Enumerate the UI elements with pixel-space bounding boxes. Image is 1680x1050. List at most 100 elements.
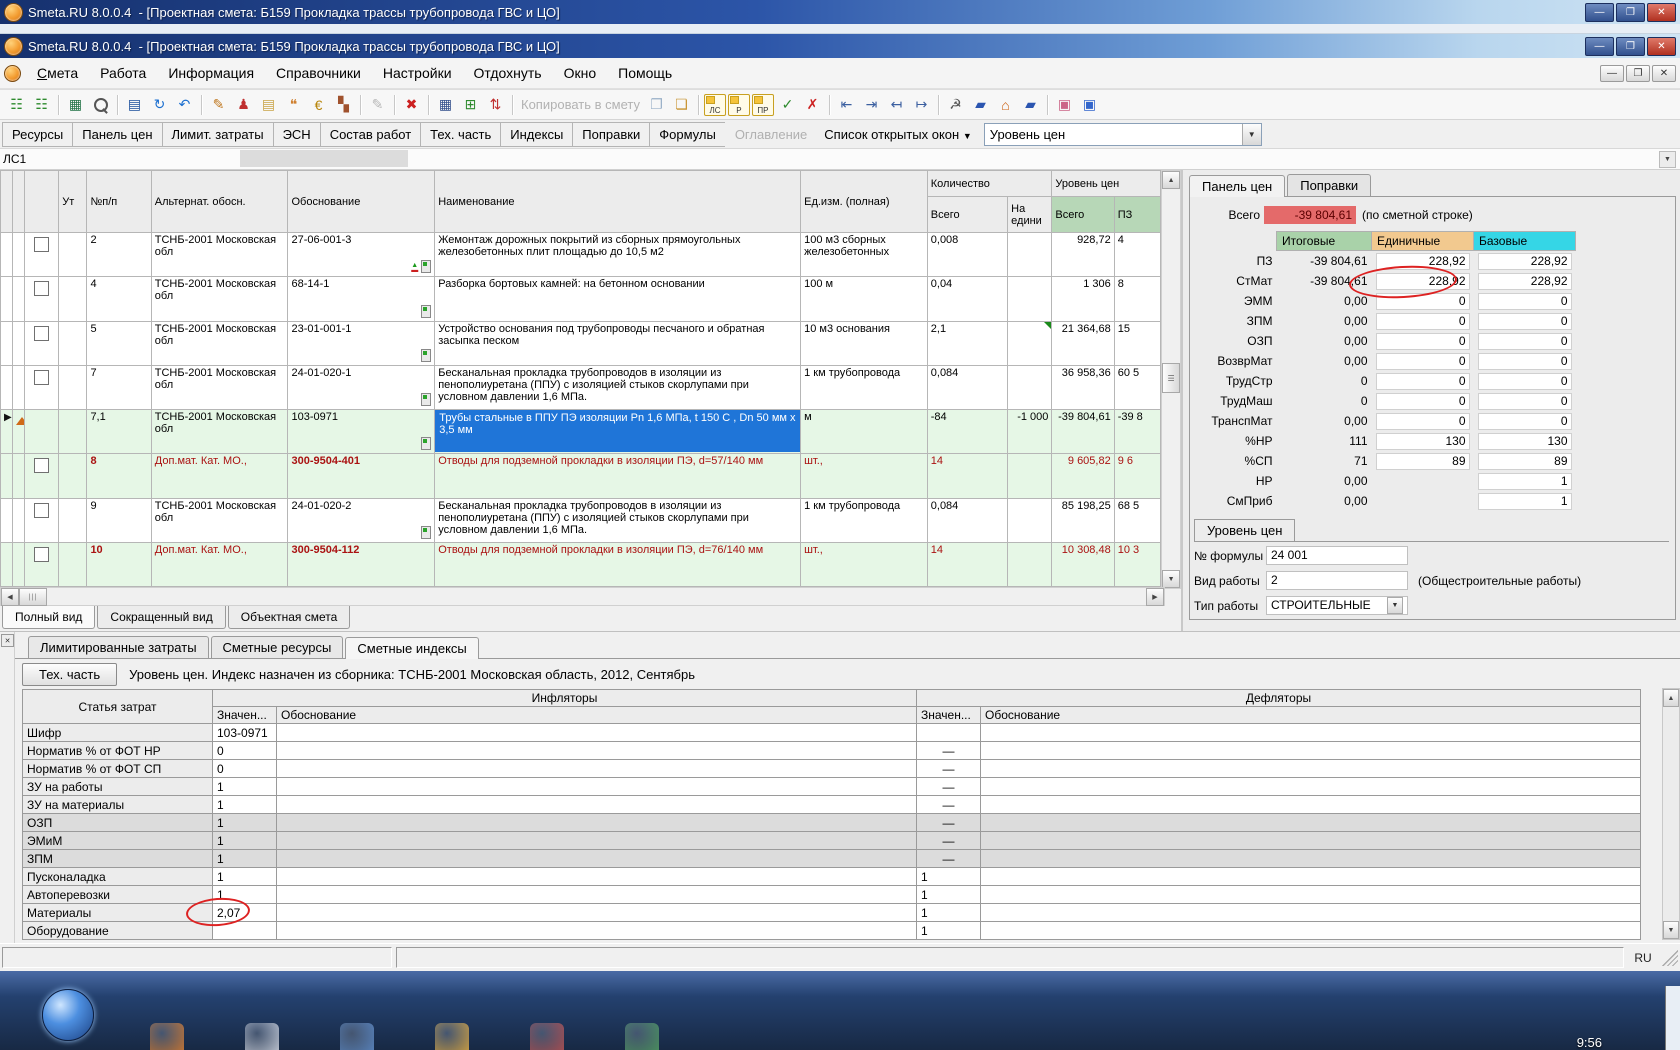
pz-cell[interactable]: 15 xyxy=(1114,321,1160,365)
inf-value-cell[interactable]: 1 xyxy=(213,832,277,850)
r-badge-icon[interactable]: Р xyxy=(728,94,750,116)
baz-value-input[interactable]: 0 xyxy=(1478,293,1572,310)
inf-justification-cell[interactable] xyxy=(277,832,917,850)
ed-value-cell[interactable]: 89 xyxy=(1372,451,1474,471)
view-tab-1[interactable]: Полный вид xyxy=(2,606,95,629)
baz-value-cell[interactable]: 0 xyxy=(1474,311,1576,331)
ed-value-cell[interactable] xyxy=(1372,471,1474,491)
row-number-cell[interactable]: 8 xyxy=(87,454,151,498)
unit-cell[interactable]: 100 м3 сборных железобетонных xyxy=(801,233,928,277)
bottom-tab-3[interactable]: Сметные индексы xyxy=(345,637,478,659)
taskbar-app-3[interactable] xyxy=(340,1023,374,1050)
row-number-cell[interactable]: 9 xyxy=(87,498,151,542)
def-value-cell[interactable]: — xyxy=(917,778,981,796)
move-right-icon[interactable]: ↦ xyxy=(910,93,933,116)
outdent-first-icon[interactable]: ⇤ xyxy=(835,93,858,116)
combo-dropdown-button[interactable]: ▼ xyxy=(1242,124,1261,145)
tree-delete-icon[interactable]: ✗ xyxy=(801,93,824,116)
scroll-down-icon[interactable]: ▼ xyxy=(1659,151,1676,168)
inf-value-cell[interactable]: 0 xyxy=(213,742,277,760)
close-icon[interactable]: ✕ xyxy=(1,634,14,647)
ed-value-cell[interactable]: 0 xyxy=(1372,371,1474,391)
taskbar-app-5[interactable] xyxy=(530,1023,564,1050)
per-unit-cell[interactable] xyxy=(1008,498,1052,542)
name-cell[interactable]: Устройство основания под трубопроводы пе… xyxy=(435,321,801,365)
name-cell[interactable]: Бесканальная прокладка трубопроводов в и… xyxy=(435,498,801,542)
def-value-cell[interactable]: — xyxy=(917,742,981,760)
ed-value-cell[interactable]: 0 xyxy=(1372,311,1474,331)
menu-item-3[interactable]: Информация xyxy=(157,61,265,85)
def-justification-cell[interactable] xyxy=(981,724,1641,742)
baz-value-input[interactable]: 228,92 xyxy=(1478,253,1572,270)
name-cell[interactable]: Бесканальная прокладка трубопроводов в и… xyxy=(435,365,801,409)
attachment-icon[interactable] xyxy=(421,305,431,318)
baz-value-cell[interactable]: 0 xyxy=(1474,411,1576,431)
def-justification-cell[interactable] xyxy=(981,742,1641,760)
price-total-cell[interactable]: 21 364,68 xyxy=(1052,321,1114,365)
view-tab-3[interactable]: Объектная смета xyxy=(228,606,351,629)
baz-value-cell[interactable]: 89 xyxy=(1474,451,1576,471)
ed-value-cell[interactable]: 0 xyxy=(1372,411,1474,431)
layers-pink-icon[interactable]: ▣ xyxy=(1053,93,1076,116)
checkbox-cell[interactable] xyxy=(25,277,59,321)
quantity-cell[interactable]: 14 xyxy=(927,454,1007,498)
taskbar-app-2[interactable] xyxy=(245,1023,279,1050)
tab-price-level[interactable]: Уровень цен xyxy=(1194,519,1295,541)
ut-cell[interactable] xyxy=(59,277,87,321)
scrollbar-thumb[interactable]: ☰ xyxy=(1162,363,1180,393)
search-icon[interactable] xyxy=(89,93,112,116)
pz-cell[interactable]: 4 xyxy=(1114,233,1160,277)
baz-value-cell[interactable]: 0 xyxy=(1474,351,1576,371)
ut-cell[interactable] xyxy=(59,365,87,409)
ut-cell[interactable] xyxy=(59,498,87,542)
justification-cell[interactable]: 68-14-1 xyxy=(288,277,435,321)
baz-value-cell[interactable]: 228,92 xyxy=(1474,251,1576,272)
estimate-row-4[interactable]: 4ТСНБ-2001 Московская обл68-14-1Разборка… xyxy=(1,277,1161,321)
delete-icon[interactable]: ✖ xyxy=(400,93,423,116)
inf-value-cell[interactable]: 103-0971 xyxy=(213,724,277,742)
def-justification-cell[interactable] xyxy=(981,904,1641,922)
per-unit-cell[interactable] xyxy=(1008,321,1052,365)
def-value-cell[interactable]: — xyxy=(917,796,981,814)
resize-grip[interactable] xyxy=(1662,950,1678,966)
unit-cell[interactable]: м xyxy=(801,410,928,454)
name-cell[interactable]: Жемонтаж дорожных покрытий из сборных пр… xyxy=(435,233,801,277)
inf-justification-cell[interactable] xyxy=(277,742,917,760)
row-number-cell[interactable]: 4 xyxy=(87,277,151,321)
ed-value-input[interactable]: 0 xyxy=(1376,373,1470,390)
ed-value-input[interactable]: 228,92 xyxy=(1376,273,1470,290)
vertical-scrollbar[interactable]: ▲ ☰ ▼ xyxy=(1161,170,1181,589)
alt-justification-cell[interactable]: ТСНБ-2001 Московская обл xyxy=(151,233,288,277)
pz-cell[interactable]: 60 5 xyxy=(1114,365,1160,409)
taskbar-app-6[interactable] xyxy=(625,1023,659,1050)
field-input[interactable]: СТРОИТЕЛЬНЫЕ▼ xyxy=(1266,596,1408,615)
inf-justification-cell[interactable] xyxy=(277,922,917,940)
baz-value-cell[interactable]: 0 xyxy=(1474,331,1576,351)
baz-value-input[interactable]: 228,92 xyxy=(1478,273,1572,290)
name-cell[interactable]: Отводы для подземной прокладки в изоляци… xyxy=(435,542,801,586)
per-unit-cell[interactable] xyxy=(1008,233,1052,277)
inf-justification-cell[interactable] xyxy=(277,724,917,742)
edit-disabled-icon[interactable]: ✎ xyxy=(366,93,389,116)
price-level-combobox[interactable]: Уровень цен ▼ xyxy=(984,123,1262,146)
show-desktop-button[interactable] xyxy=(1665,986,1680,1050)
scroll-left-icon[interactable]: ◀ xyxy=(1,588,19,606)
alt-justification-cell[interactable]: ТСНБ-2001 Московская обл xyxy=(151,277,288,321)
doc-tab-8[interactable]: Поправки xyxy=(572,122,650,147)
doc-tab-9[interactable]: Формулы xyxy=(649,122,726,147)
quantity-cell[interactable]: 0,04 xyxy=(927,277,1007,321)
def-value-cell[interactable] xyxy=(917,724,981,742)
def-justification-cell[interactable] xyxy=(981,922,1641,940)
edit-sheet-icon[interactable]: ✎ xyxy=(207,93,230,116)
pz-cell[interactable]: 9 6 xyxy=(1114,454,1160,498)
taskbar-app-1[interactable] xyxy=(150,1023,184,1050)
def-justification-cell[interactable] xyxy=(981,832,1641,850)
ed-value-input[interactable]: 0 xyxy=(1376,333,1470,350)
def-value-cell[interactable]: — xyxy=(917,814,981,832)
price-total-cell[interactable]: 10 308,48 xyxy=(1052,542,1114,586)
estimate-row-8[interactable]: 8Доп.мат. Кат. МО.,300-9504-401Отводы дл… xyxy=(1,454,1161,498)
menu-item-5[interactable]: Настройки xyxy=(372,61,463,85)
quantity-cell[interactable]: -84 xyxy=(927,410,1007,454)
open-windows-button[interactable]: Список открытых окон ▼ xyxy=(816,123,979,146)
tree-check-icon[interactable]: ✓ xyxy=(776,93,799,116)
